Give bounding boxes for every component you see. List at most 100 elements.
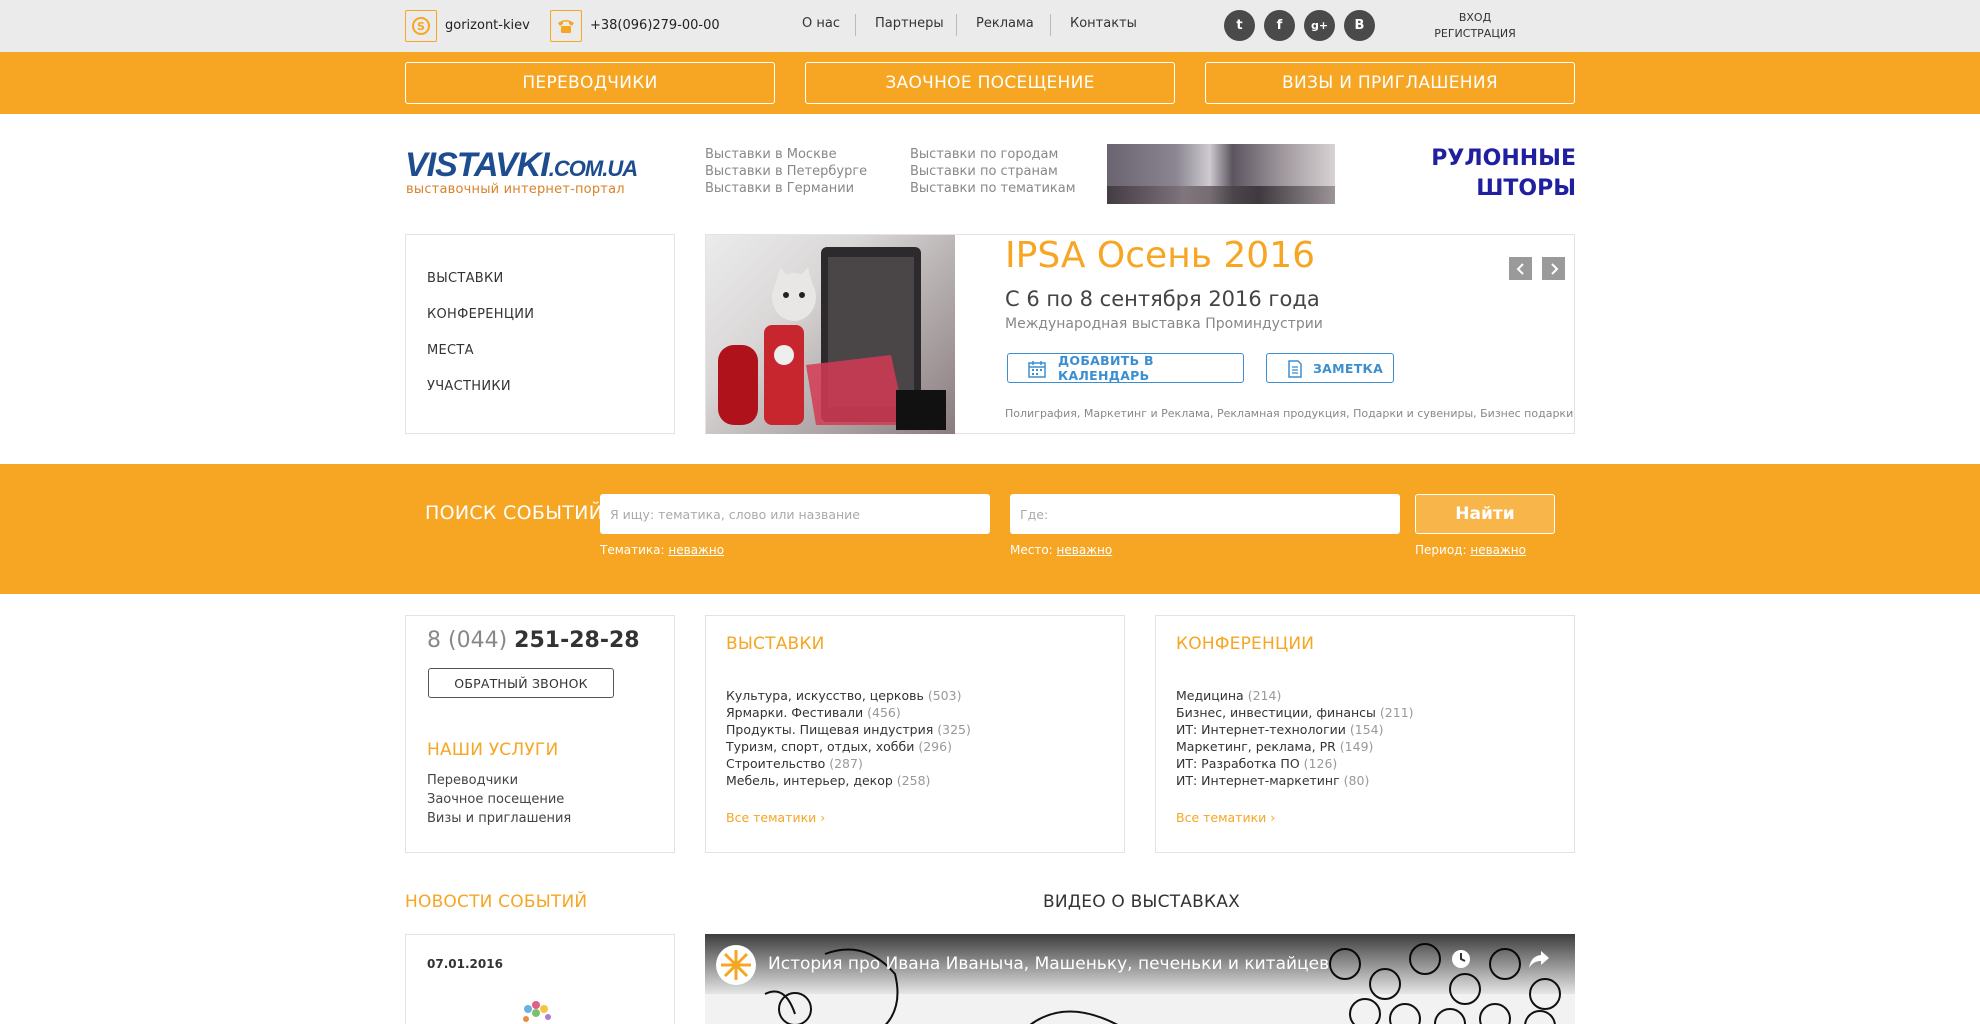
skype-name[interactable]: gorizont-kiev: [445, 18, 530, 33]
twitter-icon[interactable]: t: [1224, 10, 1255, 41]
logo-domain-text: .COM.UA: [548, 156, 638, 181]
topic-count: (214): [1247, 688, 1282, 703]
video-caption[interactable]: История про Ивана Иваныча, Машеньку, печ…: [768, 954, 1329, 974]
link-by-countries[interactable]: Выставки по странам: [910, 163, 1076, 180]
channel-logo-icon[interactable]: [715, 944, 757, 986]
add-to-calendar-label: ДОБАВИТЬ В КАЛЕНДАРЬ: [1058, 353, 1154, 383]
theme-filter-value[interactable]: неважно: [668, 543, 724, 557]
list-item[interactable]: Бизнес, инвестиции, финансы (211): [1176, 704, 1414, 721]
all-conference-topics-link[interactable]: Все тематики ›: [1176, 810, 1275, 825]
ad-banner[interactable]: РУЛОННЫЕ ШТОРЫ: [1107, 144, 1576, 204]
chevron-right-icon: [1550, 262, 1558, 275]
service-visas[interactable]: Визы и приглашения: [427, 811, 571, 826]
register-link[interactable]: РЕГИСТРАЦИЯ: [1433, 26, 1517, 42]
nav-divider: [956, 14, 957, 36]
list-item[interactable]: Маркетинг, реклама, PR (149): [1176, 738, 1414, 755]
phone-icon: [550, 10, 582, 42]
featured-event: IPSA Осень 2016 С 6 по 8 сентября 2016 г…: [705, 234, 1575, 434]
news-thumbnail: [523, 1001, 551, 1022]
topic-count: (149): [1339, 739, 1374, 754]
list-item[interactable]: Продукты. Пищевая индустрия (325): [726, 721, 971, 738]
side-menu-places[interactable]: МЕСТА: [427, 343, 474, 358]
vk-icon[interactable]: В: [1344, 10, 1375, 41]
list-item[interactable]: ИТ: Разработка ПО (126): [1176, 755, 1414, 772]
link-moscow[interactable]: Выставки в Москве: [705, 146, 867, 163]
topic-name: ИТ: Интернет-технологии: [1176, 722, 1346, 737]
list-item[interactable]: Медицина (214): [1176, 687, 1414, 704]
watch-later-icon[interactable]: [1450, 948, 1472, 970]
topic-name: ИТ: Разработка ПО: [1176, 756, 1300, 771]
note-button[interactable]: ЗАМЕТКА: [1266, 353, 1394, 383]
banner-photo: [1107, 144, 1335, 204]
list-item[interactable]: ИТ: Интернет-маркетинг (80): [1176, 772, 1414, 789]
search-section: ПОИСК СОБЫТИЙ Найти Тематика: неважно Ме…: [0, 464, 1980, 594]
callback-button[interactable]: ОБРАТНЫЙ ЗВОНОК: [428, 668, 614, 698]
nav-about[interactable]: О нас: [802, 16, 840, 31]
topic-name: Культура, искусство, церковь: [726, 688, 924, 703]
list-item[interactable]: Мебель, интерьер, декор (258): [726, 772, 971, 789]
search-button[interactable]: Найти: [1415, 494, 1555, 534]
list-item[interactable]: ИТ: Интернет-технологии (154): [1176, 721, 1414, 738]
service-translators[interactable]: Переводчики: [427, 773, 518, 788]
event-image: [706, 235, 955, 434]
news-date: 07.01.2016: [427, 957, 503, 971]
event-title[interactable]: IPSA Осень 2016: [1005, 235, 1315, 276]
calendar-icon: [1028, 360, 1046, 381]
side-menu-exhibitions[interactable]: ВЫСТАВКИ: [427, 271, 504, 286]
topic-count: (296): [918, 739, 952, 754]
contact-box: 8 (044) 251-28-28 ОБРАТНЫЙ ЗВОНОК НАШИ У…: [405, 615, 675, 853]
translators-button[interactable]: ПЕРЕВОДЧИКИ: [405, 62, 775, 104]
place-filter-value[interactable]: неважно: [1057, 543, 1113, 557]
skype-icon: S: [405, 10, 437, 42]
contact-phone[interactable]: 8 (044) 251-28-28: [427, 628, 640, 653]
search-title: ПОИСК СОБЫТИЙ: [425, 502, 604, 524]
phone-number[interactable]: +38(096)279-00-00: [590, 18, 720, 33]
link-germany[interactable]: Выставки в Германии: [705, 180, 867, 197]
link-by-topics[interactable]: Выставки по тематикам: [910, 180, 1076, 197]
topic-count: (211): [1379, 705, 1414, 720]
link-petersburg[interactable]: Выставки в Петербурге: [705, 163, 867, 180]
slider-next-button[interactable]: [1542, 257, 1565, 280]
search-what-input[interactable]: [600, 494, 990, 534]
event-tags: Полиграфия, Маркетинг и Реклама, Рекламн…: [1005, 407, 1574, 420]
service-remote-visit[interactable]: Заочное посещение: [427, 792, 564, 807]
period-filter-value[interactable]: неважно: [1470, 543, 1526, 557]
header-links-cities: Выставки в Москве Выставки в Петербурге …: [705, 146, 867, 197]
login-link[interactable]: ВХОД: [1433, 10, 1517, 26]
topic-name: Медицина: [1176, 688, 1244, 703]
place-filter-label: Место:: [1010, 543, 1053, 557]
list-item[interactable]: Туризм, спорт, отдых, хобби (296): [726, 738, 971, 755]
topic-count: (80): [1343, 773, 1370, 788]
visas-button[interactable]: ВИЗЫ И ПРИГЛАШЕНИЯ: [1205, 62, 1575, 104]
video-player[interactable]: История про Ивана Иваныча, Машеньку, печ…: [705, 934, 1575, 1024]
note-icon: [1287, 360, 1303, 381]
share-icon[interactable]: [1527, 948, 1551, 970]
googleplus-icon[interactable]: g+: [1304, 10, 1335, 41]
news-item[interactable]: 07.01.2016: [405, 934, 675, 1024]
services-title: НАШИ УСЛУГИ: [427, 740, 559, 760]
list-item[interactable]: Строительство (287): [726, 755, 971, 772]
event-dates: С 6 по 8 сентября 2016 года: [1005, 287, 1320, 311]
nav-advertising[interactable]: Реклама: [976, 16, 1034, 31]
side-menu-conferences[interactable]: КОНФЕРЕНЦИИ: [427, 307, 534, 322]
search-where-input[interactable]: [1010, 494, 1400, 534]
list-item[interactable]: Ярмарки. Фестивали (456): [726, 704, 971, 721]
nav-contacts[interactable]: Контакты: [1070, 16, 1137, 31]
nav-partners[interactable]: Партнеры: [875, 16, 944, 31]
video-section-title: ВИДЕО О ВЫСТАВКАХ: [1043, 892, 1240, 912]
header-links-catalog: Выставки по городам Выставки по странам …: [910, 146, 1076, 197]
all-exhibition-topics-link[interactable]: Все тематики ›: [726, 810, 825, 825]
side-menu-participants[interactable]: УЧАСТНИКИ: [427, 379, 511, 394]
remote-visit-button[interactable]: ЗАОЧНОЕ ПОСЕЩЕНИЕ: [805, 62, 1175, 104]
list-item[interactable]: Культура, искусство, церковь (503): [726, 687, 971, 704]
conferences-list: Медицина (214) Бизнес, инвестиции, финан…: [1176, 687, 1414, 789]
link-by-cities[interactable]: Выставки по городам: [910, 146, 1076, 163]
slider-prev-button[interactable]: [1509, 257, 1532, 280]
topic-count: (258): [896, 773, 931, 788]
add-to-calendar-button[interactable]: ДОБАВИТЬ В КАЛЕНДАРЬ: [1007, 353, 1244, 383]
facebook-icon[interactable]: f: [1264, 10, 1295, 41]
chevron-right-icon: ›: [820, 810, 826, 825]
all-topics-label: Все тематики: [1176, 810, 1267, 825]
conferences-title[interactable]: КОНФЕРЕНЦИИ: [1176, 634, 1314, 654]
exhibitions-title[interactable]: ВЫСТАВКИ: [726, 634, 825, 654]
